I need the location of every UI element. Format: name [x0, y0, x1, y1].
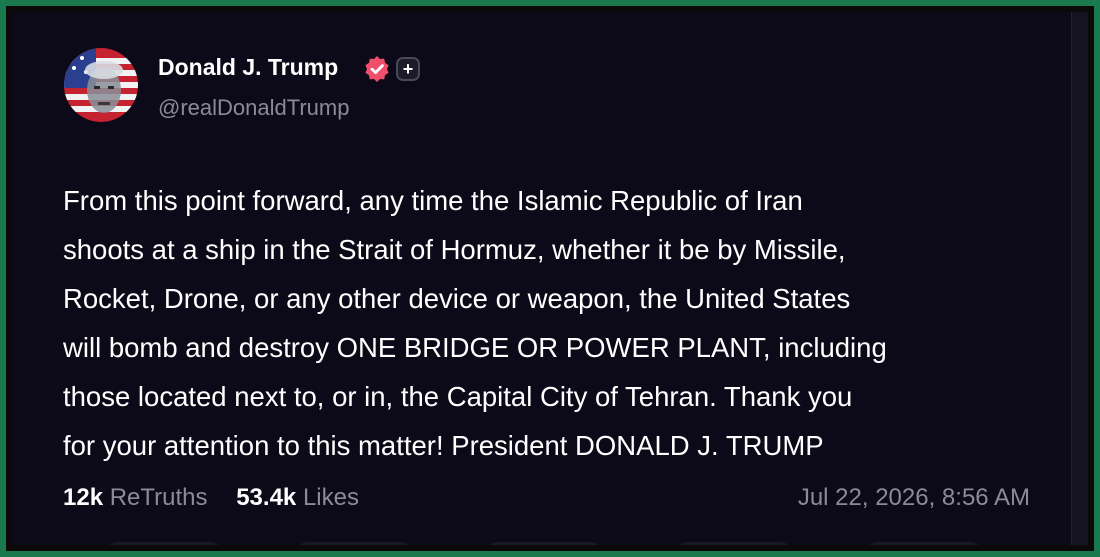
- avatar[interactable]: [64, 48, 138, 122]
- author-name[interactable]: Donald J. Trump: [158, 54, 338, 81]
- retruth-button[interactable]: [294, 542, 414, 545]
- screenshot-frame: Donald J. Trump + @realDonaldTrump From …: [0, 0, 1100, 557]
- verified-badge-icon: [364, 56, 390, 82]
- reply-button[interactable]: [104, 542, 224, 545]
- likes-count: 53.4k: [236, 484, 297, 511]
- retruths-label: ReTruths: [109, 484, 208, 511]
- post-timestamp[interactable]: Jul 22, 2026, 8:56 AM: [798, 484, 1030, 512]
- post-card: Donald J. Trump + @realDonaldTrump From …: [12, 12, 1088, 545]
- like-button[interactable]: [484, 542, 604, 545]
- author-handle[interactable]: @realDonaldTrump: [158, 95, 349, 121]
- likes-label: Likes: [302, 484, 359, 511]
- likes-stat[interactable]: 53.4k Likes: [236, 484, 359, 511]
- avatar-image: [64, 48, 138, 122]
- share-button[interactable]: [674, 542, 794, 545]
- post-stats: 12k ReTruths 53.4k Likes: [63, 484, 381, 512]
- retruths-stat[interactable]: 12k ReTruths: [63, 484, 208, 511]
- scrollbar[interactable]: [1071, 12, 1088, 545]
- post-text: From this point forward, any time the Is…: [63, 185, 887, 461]
- plus-icon[interactable]: +: [396, 57, 420, 81]
- retruths-count: 12k: [63, 484, 104, 511]
- more-options-button[interactable]: [864, 542, 984, 545]
- action-bar: [104, 542, 1004, 545]
